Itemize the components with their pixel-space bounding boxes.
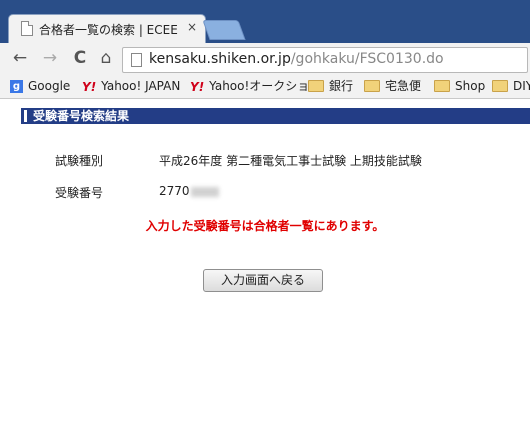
bookmark-label: Shop <box>455 79 486 93</box>
folder-icon <box>492 79 508 92</box>
bookmark-google[interactable]: g Google <box>10 78 70 94</box>
window-titlebar: 合格者一覧の検索 | ECEE × <box>0 0 530 43</box>
exam-number-text: 2770 <box>159 184 190 198</box>
tab-title: 合格者一覧の検索 | ECEE <box>39 23 178 37</box>
reload-icon[interactable]: C <box>70 48 90 68</box>
bookmark-folder-delivery[interactable]: 宅急便 <box>364 78 421 94</box>
bookmark-yahoo-auction[interactable]: Y! Yahoo!オークション <box>190 78 321 94</box>
back-arrow-icon[interactable]: ← <box>10 48 30 68</box>
redacted-digits <box>190 186 219 197</box>
exam-type-value: 平成26年度 第二種電気工事士試験 上期技能試験 <box>159 154 422 168</box>
bookmark-yahoo-japan[interactable]: Y! Yahoo! JAPAN <box>82 78 180 94</box>
new-tab-button[interactable] <box>202 20 246 40</box>
browser-tab-active[interactable]: 合格者一覧の検索 | ECEE × <box>8 14 206 43</box>
result-message: 入力した受験番号は合格者一覧にあります。 <box>145 219 385 233</box>
section-title: 受験番号検索結果 <box>33 109 130 123</box>
bookmark-label: 宅急便 <box>385 79 422 93</box>
yahoo-icon: Y! <box>82 79 97 94</box>
page-icon <box>131 53 142 67</box>
bookmark-label: Yahoo!オークション <box>209 79 322 93</box>
bookmark-label: 銀行 <box>329 79 354 93</box>
home-icon[interactable]: ⌂ <box>96 48 116 68</box>
exam-number-value: 2770 <box>159 184 219 198</box>
bookmark-label: DIY <box>513 79 530 93</box>
folder-icon <box>308 79 324 92</box>
bookmarks-bar: g Google Y! Yahoo! JAPAN Y! Yahoo!オークション 銀行… <box>0 75 530 99</box>
url-path: /gohkaku/FSC0130.do <box>290 51 444 67</box>
url-text: kensaku.shiken.or.jp/gohkaku/FSC0130.do <box>149 51 444 67</box>
section-marker <box>24 110 27 122</box>
bookmark-folder-diy[interactable]: DIY <box>492 78 530 94</box>
page-icon <box>21 21 33 36</box>
browser-toolbar: ← → C ⌂ kensaku.shiken.or.jp/gohkaku/FSC… <box>0 43 530 75</box>
section-header: 受験番号検索結果 <box>21 108 530 124</box>
bookmark-folder-bank[interactable]: 銀行 <box>308 78 353 94</box>
url-host: kensaku.shiken.or.jp <box>149 51 291 67</box>
exam-type-label: 試験種別 <box>55 154 104 168</box>
google-icon: g <box>10 80 23 93</box>
bookmark-label: Google <box>28 79 71 93</box>
folder-icon <box>434 79 450 92</box>
exam-number-label: 受験番号 <box>55 186 104 200</box>
yahoo-icon: Y! <box>190 79 205 94</box>
bookmark-label: Yahoo! JAPAN <box>101 79 181 93</box>
address-bar[interactable]: kensaku.shiken.or.jp/gohkaku/FSC0130.do <box>122 47 528 73</box>
forward-arrow-icon[interactable]: → <box>40 48 60 68</box>
back-to-input-button[interactable]: 入力画面へ戻る <box>203 269 323 292</box>
close-tab-icon[interactable]: × <box>187 20 197 34</box>
bookmark-folder-shop[interactable]: Shop <box>434 78 485 94</box>
folder-icon <box>364 79 380 92</box>
page-content: 受験番号検索結果 試験種別 平成26年度 第二種電気工事士試験 上期技能試験 受… <box>0 99 530 436</box>
